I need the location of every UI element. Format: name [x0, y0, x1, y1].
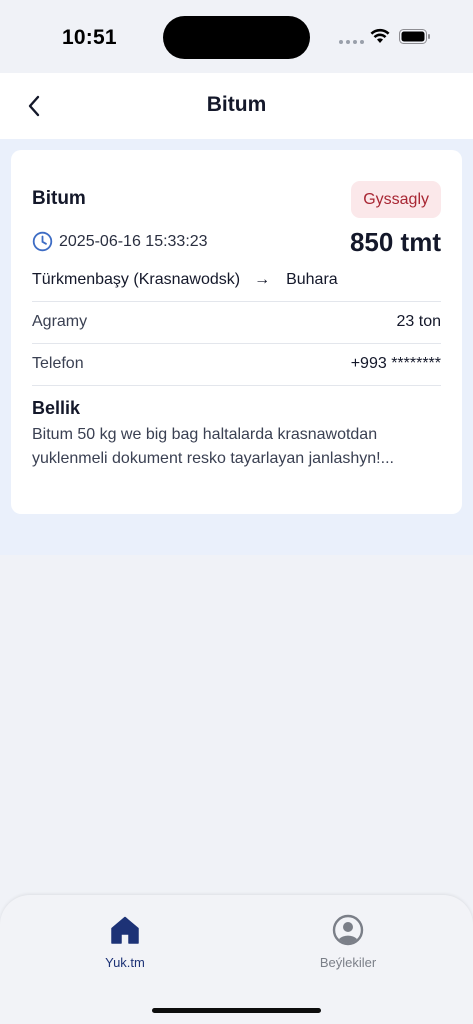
route-arrow-icon: →: [254, 271, 271, 288]
posted-date: 2025-06-16 15:33:23: [59, 232, 208, 250]
tab-home-label: Yuk.tm: [105, 955, 145, 970]
weight-label: Agramy: [32, 313, 88, 330]
weight-value: 23 ton: [396, 313, 441, 330]
note-title: Bellik: [32, 398, 81, 418]
cellular-signal-icon: [339, 40, 364, 44]
status-bar: 10:51: [0, 0, 473, 73]
home-icon: [108, 913, 142, 947]
tab-bar: Yuk.tm Beýlekiler: [0, 895, 473, 1024]
route-to: Buhara: [286, 271, 338, 288]
status-badge: Gyssagly: [351, 181, 441, 218]
tab-others[interactable]: Beýlekiler: [288, 913, 408, 970]
cargo-title: Bitum: [32, 188, 86, 209]
tab-home[interactable]: Yuk.tm: [65, 913, 185, 970]
wifi-icon: [370, 28, 390, 43]
status-time: 10:51: [62, 26, 117, 49]
content-area: Bitum Gyssagly 2025-06-16 15:33:23 850 t…: [0, 139, 473, 555]
page-title: Bitum: [206, 93, 267, 116]
note-text: Bitum 50 kg we big bag haltalarda krasna…: [32, 426, 394, 467]
divider: [32, 385, 441, 386]
price: 850 tmt: [349, 227, 441, 257]
route-row: Türkmenbaşy (Krasnawodsk) → Buhara: [32, 271, 338, 289]
dynamic-island: [163, 16, 310, 59]
tab-others-label: Beýlekiler: [319, 955, 377, 970]
profile-icon: [331, 913, 365, 947]
phone-label: Telefon: [32, 355, 84, 372]
route-from: Türkmenbaşy (Krasnawodsk): [32, 271, 241, 288]
divider: [32, 301, 441, 302]
cargo-card[interactable]: Bitum Gyssagly 2025-06-16 15:33:23 850 t…: [11, 150, 462, 514]
screen: 10:51 Bitum Bitum Gyssagly 2025-06-16 15…: [0, 0, 473, 1024]
divider: [32, 343, 441, 344]
clock-icon: [32, 231, 53, 252]
date-row: 2025-06-16 15:33:23: [32, 231, 208, 252]
nav-bar: Bitum: [0, 73, 473, 139]
home-indicator: [152, 1008, 321, 1013]
phone-value[interactable]: +993 ********: [351, 355, 441, 373]
battery-icon: [399, 29, 430, 44]
